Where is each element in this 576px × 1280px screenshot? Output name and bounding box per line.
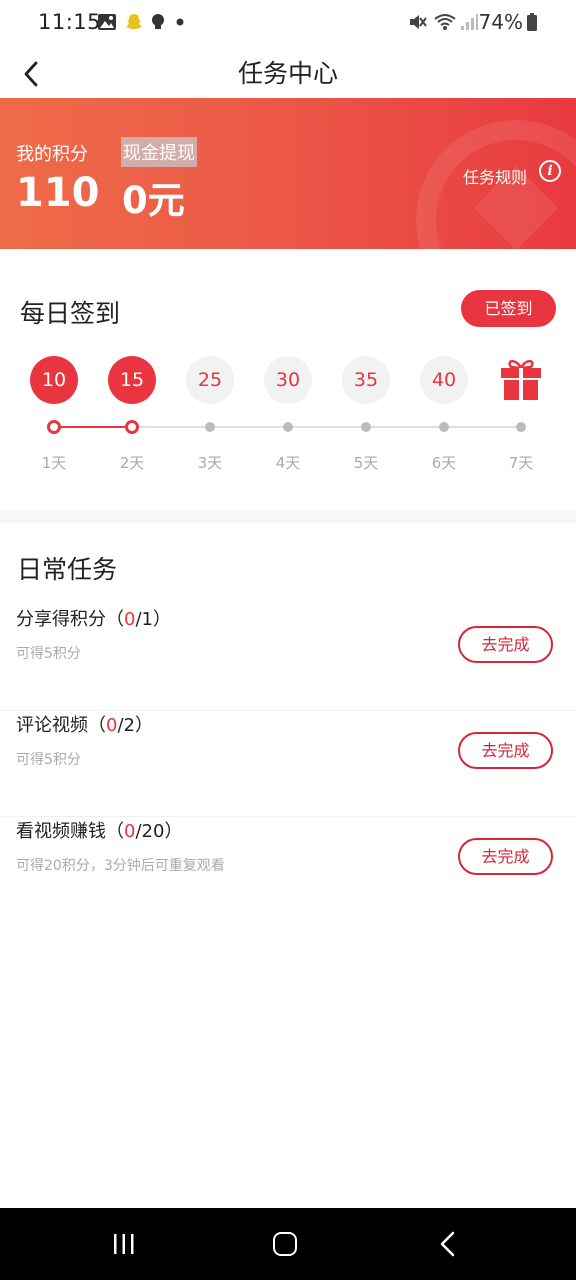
dot-icon	[176, 18, 184, 26]
checkin-day-label: 4天	[275, 454, 301, 472]
task-name: 看视频赚钱（0/20）	[16, 821, 183, 842]
daily-tasks-title: 日常任务	[17, 555, 118, 584]
checkin-day-1: 10	[29, 356, 79, 404]
checkin-day-6: 40	[419, 356, 469, 404]
page-title: 任务中心	[237, 59, 338, 88]
battery-level: 74%	[478, 10, 523, 34]
task-progress-done: 0	[124, 821, 136, 842]
checkin-reward: 35	[342, 356, 390, 404]
status-time: 11:15	[38, 10, 102, 34]
checkin-node	[361, 422, 371, 432]
task-name: 分享得积分（0/1）	[16, 609, 171, 630]
checkin-reward: 30	[264, 356, 312, 404]
cash-value: 0元	[122, 179, 185, 222]
checkin-day-label: 7天	[508, 454, 534, 472]
signal-icon	[461, 14, 478, 30]
task-row-watch: 看视频赚钱（0/20） 可得20积分，3分钟后可重复观看 去完成	[0, 817, 576, 923]
snapchat-icon	[126, 14, 142, 29]
status-bar: 11:15 74%	[0, 0, 576, 46]
task-name: 评论视频（0/2）	[16, 715, 153, 736]
top-nav-bar: 任务中心	[0, 46, 576, 98]
go-complete-button[interactable]: 去完成	[458, 838, 553, 875]
checkin-day-label: 3天	[197, 454, 223, 472]
checkin-node	[439, 422, 449, 432]
checkin-day-2: 15	[107, 356, 157, 404]
checkin-progress-fill	[54, 426, 132, 428]
checkin-day-3: 25	[185, 356, 235, 404]
cash-withdraw-link[interactable]: 现金提现	[121, 137, 197, 167]
checkin-node	[205, 422, 215, 432]
task-rules-link[interactable]: 任务规则	[463, 164, 527, 188]
recent-apps-icon[interactable]	[112, 1234, 136, 1254]
points-label: 我的积分	[16, 144, 88, 165]
info-icon[interactable]: i	[539, 160, 561, 182]
task-row-comment: 评论视频（0/2） 可得5积分 去完成	[0, 711, 576, 817]
task-description: 可得5积分	[16, 646, 81, 662]
mute-icon	[410, 15, 427, 29]
system-nav-bar	[0, 1208, 576, 1280]
task-progress-total: 1	[141, 609, 153, 630]
checkin-reward: 40	[420, 356, 468, 404]
go-complete-button[interactable]: 去完成	[458, 626, 553, 663]
go-complete-button[interactable]: 去完成	[458, 732, 553, 769]
checkin-node	[283, 422, 293, 432]
checkin-title: 每日签到	[20, 299, 121, 328]
checked-in-button[interactable]: 已签到	[461, 290, 556, 327]
checkin-day-7	[496, 356, 546, 408]
task-progress-total: 2	[123, 715, 135, 736]
checkin-node	[516, 422, 526, 432]
battery-icon	[527, 13, 537, 31]
checkin-day-label: 5天	[353, 454, 379, 472]
gift-icon	[501, 359, 541, 400]
wifi-icon	[434, 14, 456, 30]
task-progress-total: 20	[141, 821, 165, 842]
task-progress-done: 0	[124, 609, 136, 630]
checkin-day-5: 35	[341, 356, 391, 404]
checkin-node	[47, 420, 61, 434]
home-icon[interactable]	[273, 1232, 297, 1256]
task-progress-done: 0	[106, 715, 118, 736]
checkin-reward: 15	[108, 356, 156, 404]
checkin-day-label: 6天	[431, 454, 457, 472]
task-description: 可得5积分	[16, 752, 81, 768]
task-row-share: 分享得积分（0/1） 可得5积分 去完成	[0, 605, 576, 711]
bulb-icon	[152, 14, 164, 29]
daily-checkin-section: 每日签到 已签到 10 15 25 30 35 40 1天 2天 3天 4天 5	[0, 249, 576, 511]
checkin-reward: 10	[30, 356, 78, 404]
task-description: 可得20积分，3分钟后可重复观看	[16, 858, 225, 874]
checkin-reward: 25	[186, 356, 234, 404]
checkin-day-4: 30	[263, 356, 313, 404]
checkin-node	[125, 420, 139, 434]
checkin-day-label: 2天	[119, 454, 145, 472]
points-banner: 我的积分 110 现金提现 0元 任务规则 i	[0, 98, 576, 249]
section-divider	[0, 511, 576, 523]
gallery-icon	[98, 14, 116, 30]
points-value: 110	[16, 170, 100, 216]
checkin-day-label: 1天	[41, 454, 67, 472]
system-back-icon[interactable]	[436, 1230, 460, 1258]
